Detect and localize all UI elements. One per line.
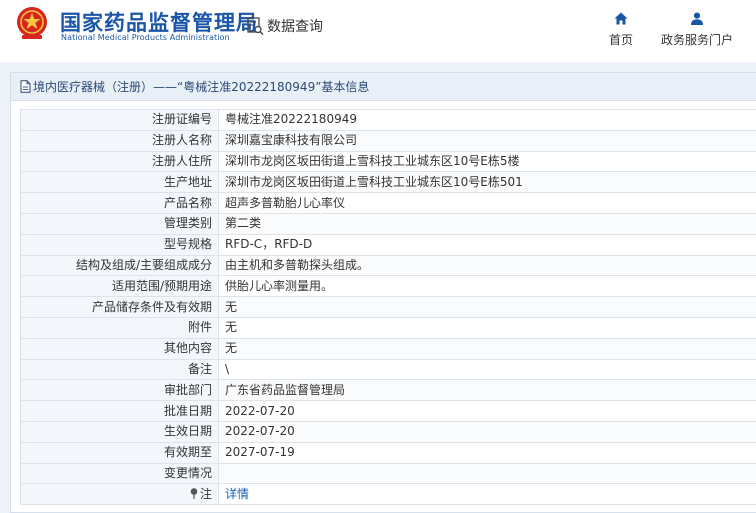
field-label: 结构及组成/主要组成成分 [20,254,219,277]
note-label-cell: 注 [20,483,219,506]
field-value: RFD-C，RFD-D [218,233,756,256]
panel-title: 境内医疗器械（注册）——“粤械注准20222180949”基本信息 [33,80,370,94]
site-header: 国家药品监督管理局 National Medical Products Admi… [0,0,756,62]
details-link[interactable]: 详情 [225,487,249,501]
search-document-icon [247,16,264,35]
field-value: 深圳市龙岗区坂田街道上雪科技工业城东区10号E栋501 [218,171,756,194]
field-value: 2027-07-19 [218,441,756,464]
field-value: 超声多普勒胎儿心率仪 [218,192,756,214]
field-value: 广东省药品监督管理局 [218,379,756,402]
nav-service-portal-label: 政务服务门户 [661,33,734,47]
field-value: 无 [218,316,756,339]
field-label: 管理类别 [20,212,219,235]
field-value: 第二类 [218,212,756,235]
user-icon [691,12,703,25]
table-row: 生产地址 深圳市龙岗区坂田街道上雪科技工业城东区10号E栋501 [20,171,756,194]
field-label: 附件 [20,316,219,339]
field-label: 适用范围/预期用途 [20,275,219,298]
field-label: 注册人住所 [20,150,219,173]
table-row: 型号规格 RFD-C，RFD-D [20,233,756,256]
field-label: 产品名称 [20,192,219,214]
field-label: 型号规格 [20,233,219,256]
field-label: 生效日期 [20,420,219,443]
table-row: 其他内容无 [20,337,756,360]
field-label: 变更情况 [20,462,219,485]
field-value: 由主机和多普勒探头组成。 [218,254,756,277]
home-icon [614,12,628,25]
field-value: 2022-07-20 [218,420,756,443]
table-row: 批准日期 2022-07-20 [20,400,756,422]
table-row: 产品储存条件及有效期无 [20,296,756,318]
site-subtitle: National Medical Products Administration [61,33,230,42]
field-value: 无 [218,296,756,318]
table-row: 注册人住所 深圳市龙岗区坂田街道上雪科技工业城东区10号E栋5楼 [20,150,756,173]
field-value: 粤械注准20222180949 [218,109,756,131]
table-row: 生效日期 2022-07-20 [20,420,756,443]
table-row: 有效期至 2027-07-19 [20,441,756,464]
field-value [218,462,756,485]
document-icon [20,80,31,93]
field-label: 其他内容 [20,337,219,360]
field-value: \ [218,358,756,381]
field-label: 产品储存条件及有效期 [20,296,219,318]
pin-icon [190,487,198,499]
data-query-link[interactable]: 数据查询 [247,15,323,37]
table-row: 结构及组成/主要组成成分 由主机和多普勒探头组成。 [20,254,756,277]
table-row: 注册人名称 深圳嘉宝康科技有限公司 [20,129,756,152]
nav-home[interactable]: 首页 [609,12,633,48]
field-value: 供胎儿心率测量用。 [218,275,756,298]
field-label: 有效期至 [20,441,219,464]
field-value: 2022-07-20 [218,400,756,422]
table-row: 附件无 [20,316,756,339]
note-value-cell: 详情 [218,483,756,506]
table-row-note: 注详情 [20,483,756,506]
field-label: 审批部门 [20,379,219,402]
table-row: 变更情况 [20,462,756,485]
note-label: 注 [199,486,212,501]
table-row: 产品名称 超声多普勒胎儿心率仪 [20,192,756,214]
table-row: 审批部门 广东省药品监督管理局 [20,379,756,402]
field-label: 注册证编号 [20,109,219,131]
data-query-label: 数据查询 [267,19,323,35]
field-label: 批准日期 [20,400,219,422]
field-label: 生产地址 [20,171,219,194]
emblem-icon [17,7,47,39]
field-value: 深圳嘉宝康科技有限公司 [218,129,756,152]
field-label: 注册人名称 [20,129,219,152]
nav-home-label: 首页 [609,33,634,47]
nav-service-portal[interactable]: 政务服务门户 [661,12,733,48]
table-row: 管理类别 第二类 [20,212,756,235]
field-value: 深圳市龙岗区坂田街道上雪科技工业城东区10号E栋5楼 [218,150,756,173]
panel-title-bar: 境内医疗器械（注册）——“粤械注准20222180949”基本信息 [11,73,756,101]
detail-panel: 境内医疗器械（注册）——“粤械注准20222180949”基本信息 注册证编号粤… [10,72,756,513]
detail-table: 注册证编号 粤械注准20222180949 注册人名称 深圳嘉宝康科技有限公司 注册人住… [20,109,756,506]
table-row: 注册证编号 粤械注准20222180949 [20,109,756,131]
table-row: 备注 \ [20,358,756,381]
field-value: 无 [218,337,756,360]
table-row: 适用范围/预期用途 供胎儿心率测量用。 [20,275,756,298]
field-label: 备注 [20,358,219,381]
